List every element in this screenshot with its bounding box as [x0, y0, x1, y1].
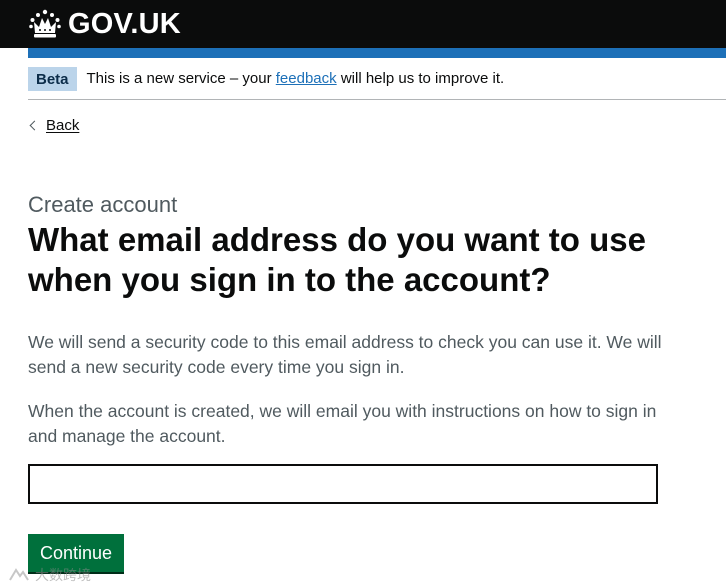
header-accent-bar: [28, 48, 726, 58]
page-title: What email address do you want to use wh…: [28, 221, 646, 298]
phase-text-before: This is a new service – your: [86, 70, 276, 87]
back-link[interactable]: Back: [28, 115, 79, 135]
watermark-text: 大数跨境: [35, 568, 91, 584]
watermark-logo-icon: [9, 568, 29, 581]
chevron-left-icon: [29, 120, 40, 130]
back-link-label: Back: [46, 116, 80, 134]
instructions-paragraph: When the account is created, we will ema…: [28, 401, 657, 446]
email-input[interactable]: [28, 464, 658, 504]
phase-banner: Beta This is a new service – your feedba…: [28, 58, 726, 100]
page-caption: Create account: [28, 192, 178, 217]
phase-banner-text: This is a new service – your feedback wi…: [87, 70, 505, 87]
feedback-link[interactable]: feedback: [276, 70, 337, 87]
govuk-logo-link[interactable]: GOV.UK: [28, 8, 181, 40]
phase-tag: Beta: [28, 66, 77, 91]
crown-icon: [29, 9, 61, 38]
security-code-paragraph: We will send a security code to this ema…: [28, 332, 662, 377]
phase-text-after: will help us to improve it.: [336, 70, 505, 87]
govuk-logo-text: GOV.UK: [68, 8, 181, 40]
govuk-header: GOV.UK: [0, 0, 726, 48]
watermark: 大数跨境: [8, 565, 91, 585]
